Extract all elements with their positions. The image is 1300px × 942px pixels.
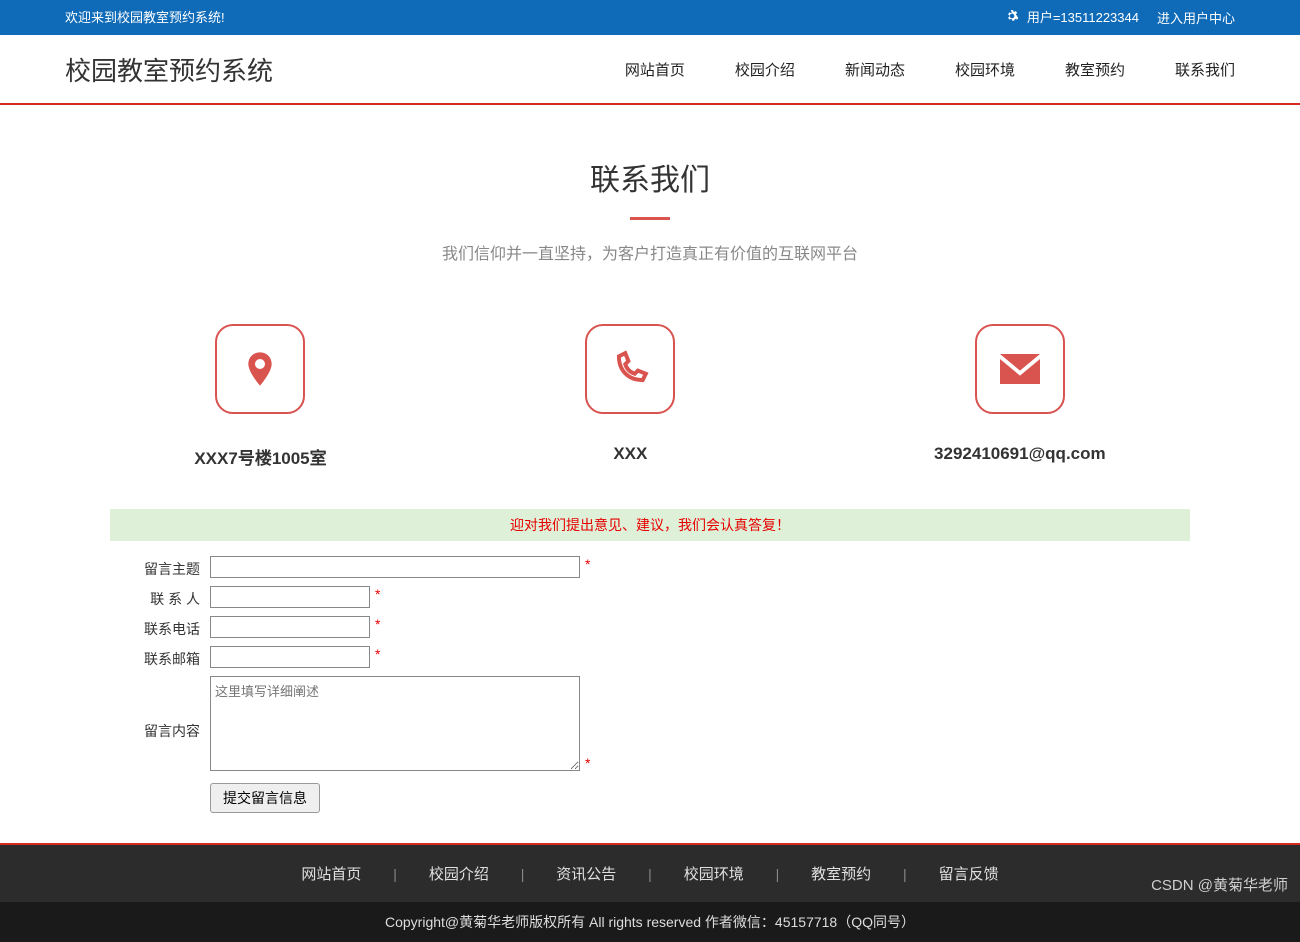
message-form: 留言主题 * 联 系 人 * 联系电话 * 联系邮箱 * 留言内容 * 提交留言… <box>65 551 1235 833</box>
footer-env[interactable]: 校园环境 <box>684 866 744 883</box>
label-content: 留言内容 <box>110 676 210 741</box>
nav-env[interactable]: 校园环境 <box>955 59 1015 80</box>
name-input[interactable] <box>210 586 370 608</box>
nav-contact[interactable]: 联系我们 <box>1175 59 1235 80</box>
nav-home[interactable]: 网站首页 <box>625 59 685 80</box>
required-mark: * <box>585 556 590 572</box>
submit-button[interactable]: 提交留言信息 <box>210 783 320 813</box>
footer-links: 网站首页 | 校园介绍 | 资讯公告 | 校园环境 | 教室预约 | 留言反馈 <box>0 845 1300 902</box>
nav-intro[interactable]: 校园介绍 <box>735 59 795 80</box>
nav-booking[interactable]: 教室预约 <box>1065 59 1125 80</box>
label-subject: 留言主题 <box>110 556 210 579</box>
footer-feedback[interactable]: 留言反馈 <box>939 866 999 883</box>
subject-input[interactable] <box>210 556 580 578</box>
gear-icon <box>1005 1 1019 36</box>
contact-address: XXX7号楼1005室 <box>194 324 326 469</box>
required-mark: * <box>375 586 380 602</box>
title-underline <box>630 217 670 220</box>
page-subtitle: 我们信仰并一直坚持，为客户打造真正有价值的互联网平台 <box>65 240 1235 264</box>
phone-text: XXX <box>585 444 675 464</box>
content-textarea[interactable] <box>210 676 580 771</box>
address-text: XXX7号楼1005室 <box>194 444 326 469</box>
watermark: CSDN @黄菊华老师 <box>1151 874 1288 895</box>
site-logo: 校园教室预约系统 <box>65 51 273 88</box>
location-icon <box>215 324 305 414</box>
contact-phone: XXX <box>585 324 675 469</box>
required-mark: * <box>585 755 590 771</box>
email-text: 3292410691@qq.com <box>934 444 1106 464</box>
nav-news[interactable]: 新闻动态 <box>845 59 905 80</box>
footer-intro[interactable]: 校园介绍 <box>429 866 489 883</box>
contact-email: 3292410691@qq.com <box>934 324 1106 469</box>
user-center-link[interactable]: 进入用户中心 <box>1157 1 1235 36</box>
header: 校园教室预约系统 网站首页 校园介绍 新闻动态 校园环境 教室预约 联系我们 <box>0 35 1300 105</box>
label-name: 联 系 人 <box>110 586 210 609</box>
top-bar: 欢迎来到校园教室预约系统! 用户=13511223344 进入用户中心 <box>0 0 1300 35</box>
form-notice: 迎对我们提出意见、建议，我们会认真答复！ <box>110 509 1190 541</box>
page-title-block: 联系我们 我们信仰并一直坚持，为客户打造真正有价值的互联网平台 <box>65 105 1235 294</box>
email-input[interactable] <box>210 646 370 668</box>
welcome-text: 欢迎来到校园教室预约系统! <box>65 0 225 36</box>
footer: 网站首页 | 校园介绍 | 资讯公告 | 校园环境 | 教室预约 | 留言反馈 … <box>0 843 1300 942</box>
user-link[interactable]: 用户=13511223344 <box>1005 0 1139 36</box>
copyright: Copyright@黄菊华老师版权所有 All rights reserved … <box>0 902 1300 942</box>
mail-icon <box>975 324 1065 414</box>
main-nav: 网站首页 校园介绍 新闻动态 校园环境 教室预约 联系我们 <box>625 59 1235 80</box>
required-mark: * <box>375 616 380 632</box>
required-mark: * <box>375 646 380 662</box>
phone-input[interactable] <box>210 616 370 638</box>
footer-booking[interactable]: 教室预约 <box>811 866 871 883</box>
footer-home[interactable]: 网站首页 <box>301 866 361 883</box>
contact-cards: XXX7号楼1005室 XXX 3292410691@qq.com <box>65 324 1235 469</box>
label-phone: 联系电话 <box>110 616 210 639</box>
label-email: 联系邮箱 <box>110 646 210 669</box>
phone-icon <box>585 324 675 414</box>
footer-news[interactable]: 资讯公告 <box>556 866 616 883</box>
page-title: 联系我们 <box>65 155 1235 199</box>
